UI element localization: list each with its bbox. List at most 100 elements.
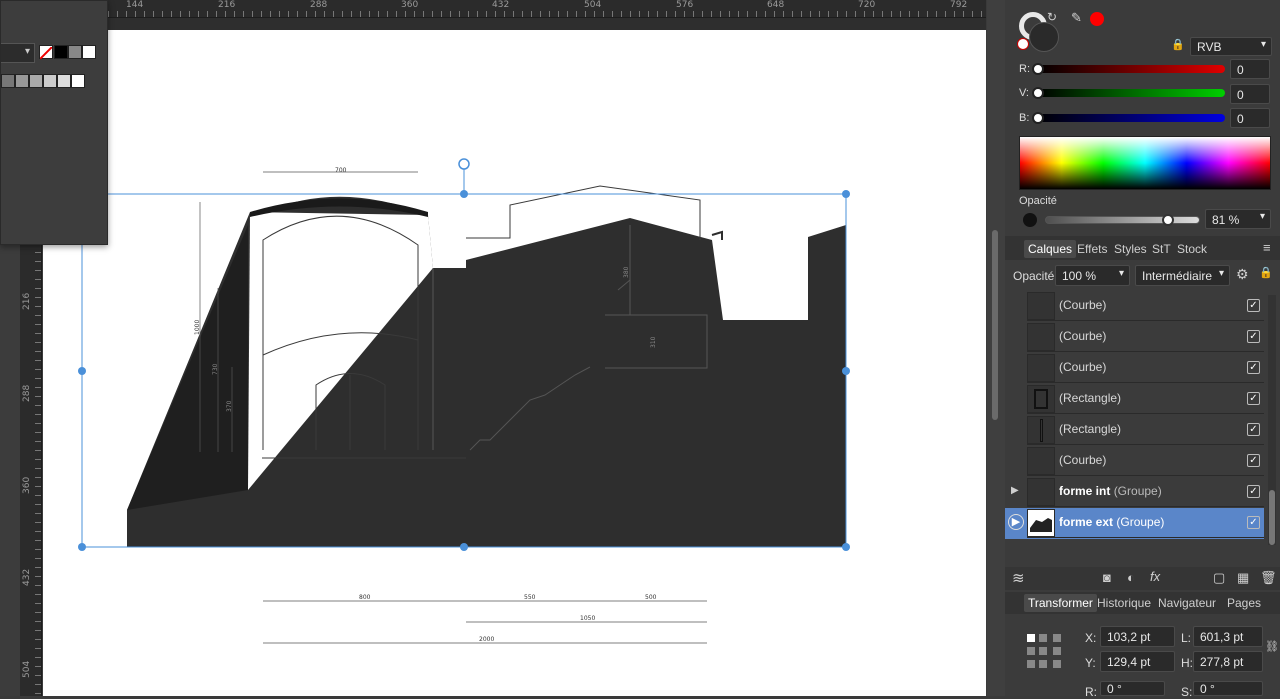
layers-scrollbar-thumb[interactable] — [1269, 490, 1275, 545]
layer-visibility-checkbox[interactable]: ✓ — [1247, 423, 1260, 436]
swatch-gray-3[interactable] — [29, 74, 43, 88]
fx-icon[interactable]: fx — [1150, 569, 1160, 584]
chevron-down-icon: ▾ — [1118, 268, 1124, 279]
tab-pages[interactable]: Pages — [1227, 596, 1261, 610]
layer-visibility-checkbox[interactable]: ✓ — [1247, 299, 1260, 312]
chevron-down-icon: ▾ — [1218, 268, 1224, 279]
r-value-field[interactable]: 0 — [1230, 59, 1270, 79]
layer-row[interactable]: (Courbe) ✓ — [1027, 446, 1264, 476]
layer-thumbnail — [1027, 447, 1055, 475]
layer-visibility-checkbox[interactable]: ✓ — [1247, 361, 1260, 374]
tab-navigateur[interactable]: Navigateur — [1158, 596, 1216, 610]
layer-row-forme-int[interactable]: forme int (Groupe) ✓ — [1027, 477, 1264, 507]
b-slider-knob[interactable] — [1032, 112, 1044, 124]
layer-thumbnail — [1027, 385, 1055, 413]
shear-label: S: — [1181, 685, 1193, 699]
handle-tr — [842, 190, 850, 198]
b-value-field[interactable]: 0 — [1230, 108, 1270, 128]
architectural-drawing[interactable]: 700 1000 730 370 380 310 800 550 500 105… — [0, 0, 986, 696]
dim-label-vertical: 730 — [212, 363, 219, 375]
fill-circle — [1029, 22, 1059, 52]
layer-type: (Groupe) — [1113, 484, 1162, 498]
swatch-black[interactable] — [54, 45, 68, 59]
g-slider[interactable] — [1037, 89, 1225, 97]
layer-row[interactable]: (Rectangle) ✓ — [1027, 384, 1264, 414]
link-icon[interactable]: ⛓ — [1265, 640, 1279, 653]
swap-colors-icon[interactable]: ↻ — [1047, 10, 1057, 24]
swatch-white[interactable] — [82, 45, 96, 59]
layer-row[interactable]: (Rectangle) ✓ — [1027, 415, 1264, 445]
scrollbar-thumb[interactable] — [992, 230, 998, 420]
right-panel: ↻ ✎ 🔒 RVB ▾ R: 0 V: 0 B: 0 Opacité 81 % … — [1005, 0, 1280, 699]
layer-visibility-checkbox[interactable]: ✓ — [1247, 392, 1260, 405]
y-label: Y: — [1085, 656, 1096, 670]
layer-row-forme-ext[interactable]: forme ext (Groupe) ✓ — [1027, 508, 1264, 538]
color-model-select[interactable]: RVB ▾ — [1190, 37, 1272, 56]
swatch-gray-4[interactable] — [43, 74, 57, 88]
tab-stock[interactable]: Stock — [1177, 242, 1207, 256]
handle-br — [842, 543, 850, 551]
b-label: B: — [1019, 112, 1030, 124]
tab-transformer[interactable]: Transformer — [1024, 594, 1097, 612]
tab-effets[interactable]: Effets — [1077, 242, 1107, 256]
y-field[interactable]: 129,4 pt — [1100, 651, 1175, 672]
r-slider-knob[interactable] — [1032, 63, 1044, 75]
layers-scrollbar[interactable] — [1268, 295, 1276, 545]
blend-mode-select[interactable]: Intermédiaire ▾ — [1135, 265, 1230, 286]
b-slider[interactable] — [1037, 114, 1225, 122]
trash-icon[interactable]: 🗑 — [1260, 570, 1277, 586]
tab-historique[interactable]: Historique — [1097, 596, 1151, 610]
opacity-field[interactable]: 81 % ▾ — [1205, 209, 1271, 229]
color-picker-icon[interactable]: ✎ — [1071, 10, 1082, 26]
r-slider[interactable] — [1037, 65, 1225, 73]
handle-bc — [460, 543, 468, 551]
canvas-scrollbar[interactable] — [987, 0, 1005, 696]
panel-menu-icon[interactable]: ≡ — [1263, 240, 1271, 255]
swatch-gray-1[interactable] — [1, 74, 15, 88]
layer-visibility-checkbox[interactable]: ✓ — [1247, 330, 1260, 343]
color-spectrum[interactable] — [1019, 136, 1271, 190]
mask-icon[interactable]: ◙ — [1103, 570, 1111, 585]
layer-row[interactable]: (Courbe) ✓ — [1027, 322, 1264, 352]
swatch-palette-dropdown[interactable]: ▾ — [1, 43, 35, 63]
swatch-gray[interactable] — [68, 45, 82, 59]
group-icon[interactable]: ▦ — [1237, 570, 1249, 586]
expand-triangle-icon[interactable]: ▶ — [1011, 485, 1019, 496]
layers-stack-icon[interactable]: ≋ — [1012, 569, 1025, 587]
opacity-slider-knob[interactable] — [1162, 214, 1174, 226]
layer-row[interactable]: (Courbe) ✓ — [1027, 353, 1264, 383]
swatch-white-2[interactable] — [71, 74, 85, 88]
swatch-gray-2[interactable] — [15, 74, 29, 88]
swatch-none[interactable] — [39, 45, 53, 60]
shear-field[interactable]: 0 ° — [1193, 681, 1263, 696]
layer-visibility-checkbox[interactable]: ✓ — [1247, 485, 1260, 498]
layer-visibility-checkbox[interactable]: ✓ — [1247, 454, 1260, 467]
g-slider-knob[interactable] — [1032, 87, 1044, 99]
layer-thumbnail — [1027, 509, 1055, 537]
layer-name: forme ext (Groupe) — [1059, 515, 1164, 529]
lock-icon[interactable]: 🔒 — [1259, 266, 1273, 279]
gear-icon[interactable]: ⚙ — [1236, 266, 1249, 283]
layer-type: (Rectangle) — [1059, 422, 1122, 436]
new-layer-icon[interactable]: ▢ — [1213, 570, 1225, 586]
layer-type: (Courbe) — [1059, 453, 1107, 467]
expand-triangle-icon[interactable]: ▶ — [1008, 514, 1024, 530]
rotation-field[interactable]: 0 ° — [1100, 681, 1165, 696]
opacity-slider[interactable] — [1045, 216, 1200, 224]
layer-visibility-checkbox[interactable]: ✓ — [1247, 516, 1260, 529]
tab-styles[interactable]: Styles — [1114, 242, 1147, 256]
adjustment-icon[interactable]: ◐ — [1127, 570, 1135, 585]
tab-stt[interactable]: StT — [1152, 242, 1171, 256]
anchor-point-grid[interactable] — [1027, 634, 1063, 670]
primary-color-swatch[interactable] — [1090, 12, 1104, 26]
layer-row[interactable]: (Courbe) ✓ — [1027, 291, 1264, 321]
x-field[interactable]: 103,2 pt — [1100, 626, 1175, 647]
h-field[interactable]: 277,8 pt — [1193, 651, 1263, 672]
tab-calques[interactable]: Calques — [1024, 240, 1077, 258]
swatches-panel[interactable]: ▾ — [0, 0, 108, 245]
w-field[interactable]: 601,3 pt — [1193, 626, 1263, 647]
layer-opacity-field[interactable]: 100 % ▾ — [1055, 265, 1130, 286]
swatch-gray-5[interactable] — [57, 74, 71, 88]
g-value-field[interactable]: 0 — [1230, 84, 1270, 104]
lock-icon[interactable]: 🔒 — [1171, 38, 1185, 51]
